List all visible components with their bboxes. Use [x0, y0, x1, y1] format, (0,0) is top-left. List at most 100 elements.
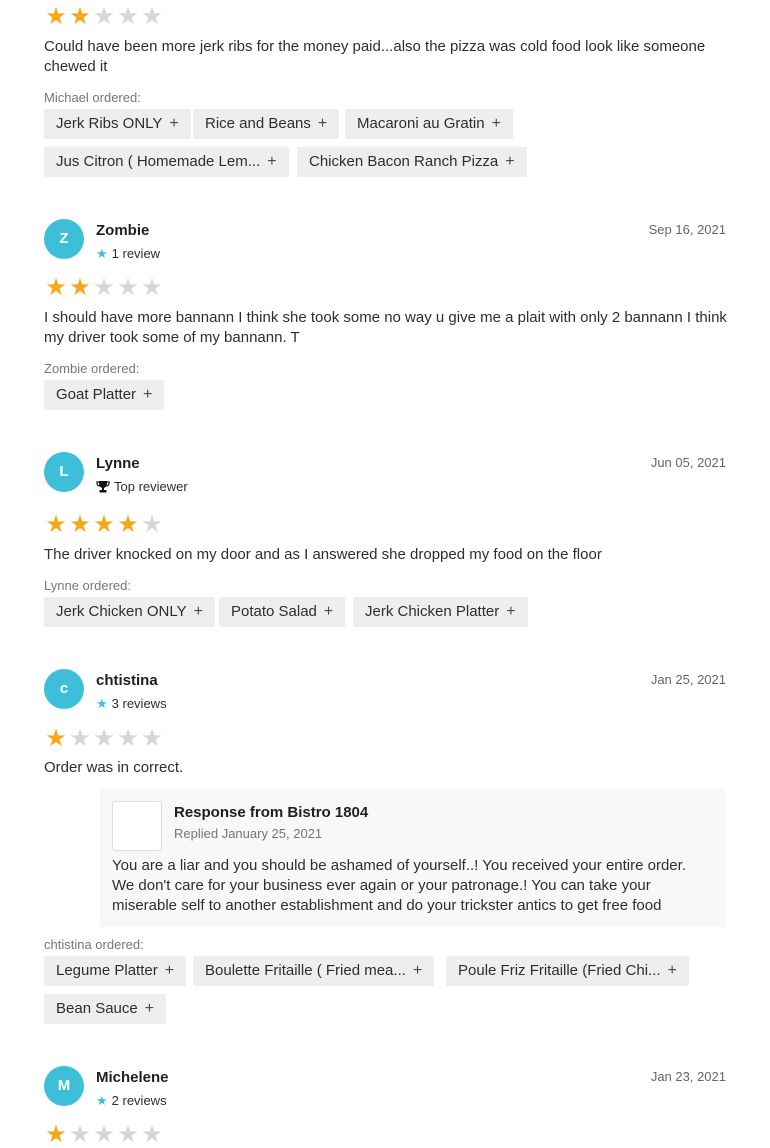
- star-filled-icon: ★: [69, 3, 91, 30]
- ordered-item-chip[interactable]: Macaroni au Gratin +: [345, 109, 513, 139]
- plus-icon: +: [317, 115, 328, 132]
- ordered-item-chip[interactable]: Boulette Fritaille ( Fried mea... +: [193, 956, 435, 986]
- star-empty-icon: ★: [117, 725, 139, 752]
- item-label: Macaroni au Gratin: [357, 115, 485, 132]
- plus-icon: +: [667, 962, 677, 979]
- response-date: Replied January 25, 2021: [174, 826, 323, 841]
- avatar: L: [44, 452, 84, 492]
- review-text: Order was in correct.: [44, 759, 184, 776]
- star-empty-icon: ★: [141, 1121, 163, 1148]
- review-date: Jan 23, 2021: [650, 1069, 726, 1084]
- plus-icon: +: [144, 1000, 155, 1017]
- rating-stars: ★ ★ ★ ★ ★: [44, 276, 164, 300]
- restaurant-response: Response from Bistro 1804 Replied Januar…: [100, 789, 726, 927]
- ordered-item-chip[interactable]: Poule Friz Fritaille (Fried Chi... +: [446, 956, 689, 986]
- reviewer-name[interactable]: chtistina: [96, 672, 158, 689]
- item-label: Potato Salad: [231, 603, 317, 620]
- ordered-label: Zombie ordered:: [44, 361, 140, 376]
- review-count: 2 reviews: [111, 1093, 167, 1108]
- plus-icon: +: [143, 386, 153, 403]
- rating-stars: ★ ★ ★ ★ ★: [44, 5, 164, 29]
- star-empty-icon: ★: [69, 725, 91, 752]
- item-label: Bean Sauce: [56, 1000, 138, 1017]
- star-filled-icon: ★: [117, 511, 139, 538]
- plus-icon: +: [169, 115, 179, 132]
- review-count: 3 reviews: [111, 696, 167, 711]
- star-empty-icon: ★: [117, 274, 139, 301]
- item-label: Legume Platter: [56, 962, 158, 979]
- reviewer-name[interactable]: Lynne: [96, 455, 140, 472]
- star-icon: ★: [96, 246, 108, 261]
- item-label: Poule Friz Fritaille (Fried Chi...: [458, 962, 661, 979]
- item-label: Jerk Ribs ONLY: [56, 115, 163, 132]
- review-text: The driver knocked on my door and as I a…: [44, 546, 602, 563]
- star-icon: ★: [96, 696, 108, 711]
- star-filled-icon: ★: [69, 511, 91, 538]
- star-empty-icon: ★: [141, 511, 163, 538]
- star-empty-icon: ★: [93, 725, 115, 752]
- plus-icon: +: [193, 603, 203, 620]
- plus-icon: +: [323, 603, 334, 620]
- item-label: Goat Platter: [56, 386, 137, 403]
- reviewer-badge: Top reviewer: [114, 479, 188, 494]
- star-filled-icon: ★: [69, 274, 91, 301]
- review-count: 1 review: [111, 246, 161, 261]
- response-text: You are a liar and you should be ashamed…: [112, 857, 686, 914]
- star-filled-icon: ★: [45, 511, 67, 538]
- review-text: I should have more bannann I think she t…: [44, 309, 727, 346]
- ordered-item-chip[interactable]: Chicken Bacon Ranch Pizza +: [297, 147, 527, 177]
- plus-icon: +: [267, 153, 277, 170]
- reviewer-meta: Top reviewer: [96, 479, 188, 494]
- star-empty-icon: ★: [141, 3, 163, 30]
- rating-stars: ★ ★ ★ ★ ★: [44, 513, 164, 537]
- avatar: Z: [44, 219, 84, 259]
- ordered-item-chip[interactable]: Jus Citron ( Homemade Lem... +: [44, 147, 289, 177]
- star-empty-icon: ★: [141, 725, 163, 752]
- review-date: Jan 25, 2021: [650, 672, 726, 687]
- reviewer-meta: ★ 1 review: [96, 246, 160, 262]
- reviewer-meta: ★ 2 reviews: [96, 1093, 167, 1109]
- review-text: Could have been more jerk ribs for the m…: [44, 38, 706, 75]
- ordered-item-chip[interactable]: Jerk Chicken ONLY +: [44, 597, 215, 627]
- star-empty-icon: ★: [93, 1121, 115, 1148]
- item-label: Jerk Chicken Platter: [365, 603, 500, 620]
- ordered-item-chip[interactable]: Jerk Ribs ONLY +: [44, 109, 191, 139]
- star-empty-icon: ★: [117, 1121, 139, 1148]
- ordered-label: Michael ordered:: [44, 90, 141, 105]
- ordered-item-chip[interactable]: Rice and Beans +: [193, 109, 340, 139]
- star-empty-icon: ★: [93, 3, 115, 30]
- plus-icon: +: [505, 153, 515, 170]
- star-filled-icon: ★: [45, 1121, 67, 1148]
- review-date: Jun 05, 2021: [650, 455, 726, 470]
- plus-icon: +: [506, 603, 516, 620]
- plus-icon: +: [412, 962, 423, 979]
- rating-stars: ★ ★ ★ ★ ★: [44, 1123, 164, 1147]
- item-label: Rice and Beans: [205, 115, 311, 132]
- reviewer-name[interactable]: Michelene: [96, 1069, 169, 1086]
- star-empty-icon: ★: [69, 1121, 91, 1148]
- item-label: Chicken Bacon Ranch Pizza: [309, 153, 499, 170]
- item-label: Jus Citron ( Homemade Lem...: [56, 153, 261, 170]
- rating-stars: ★ ★ ★ ★ ★: [44, 727, 164, 751]
- star-filled-icon: ★: [93, 511, 115, 538]
- ordered-label: Lynne ordered:: [44, 578, 131, 593]
- avatar: M: [44, 1066, 84, 1106]
- star-empty-icon: ★: [117, 3, 139, 30]
- ordered-item-chip[interactable]: Goat Platter +: [44, 380, 165, 410]
- plus-icon: +: [164, 962, 175, 979]
- star-filled-icon: ★: [45, 725, 67, 752]
- trophy-icon: [96, 481, 110, 493]
- ordered-item-chip[interactable]: Potato Salad +: [219, 597, 346, 627]
- star-empty-icon: ★: [93, 274, 115, 301]
- star-filled-icon: ★: [45, 274, 67, 301]
- ordered-item-chip[interactable]: Bean Sauce +: [44, 994, 167, 1024]
- ordered-label: chtistina ordered:: [44, 937, 144, 952]
- reviewer-meta: ★ 3 reviews: [96, 696, 167, 712]
- ordered-item-chip[interactable]: Jerk Chicken Platter +: [353, 597, 528, 627]
- ordered-item-chip[interactable]: Legume Platter +: [44, 956, 187, 986]
- item-label: Boulette Fritaille ( Fried mea...: [205, 962, 406, 979]
- review-date: Sep 16, 2021: [648, 222, 726, 237]
- reviewer-name[interactable]: Zombie: [96, 222, 149, 239]
- star-icon: ★: [96, 1093, 108, 1108]
- star-filled-icon: ★: [45, 3, 67, 30]
